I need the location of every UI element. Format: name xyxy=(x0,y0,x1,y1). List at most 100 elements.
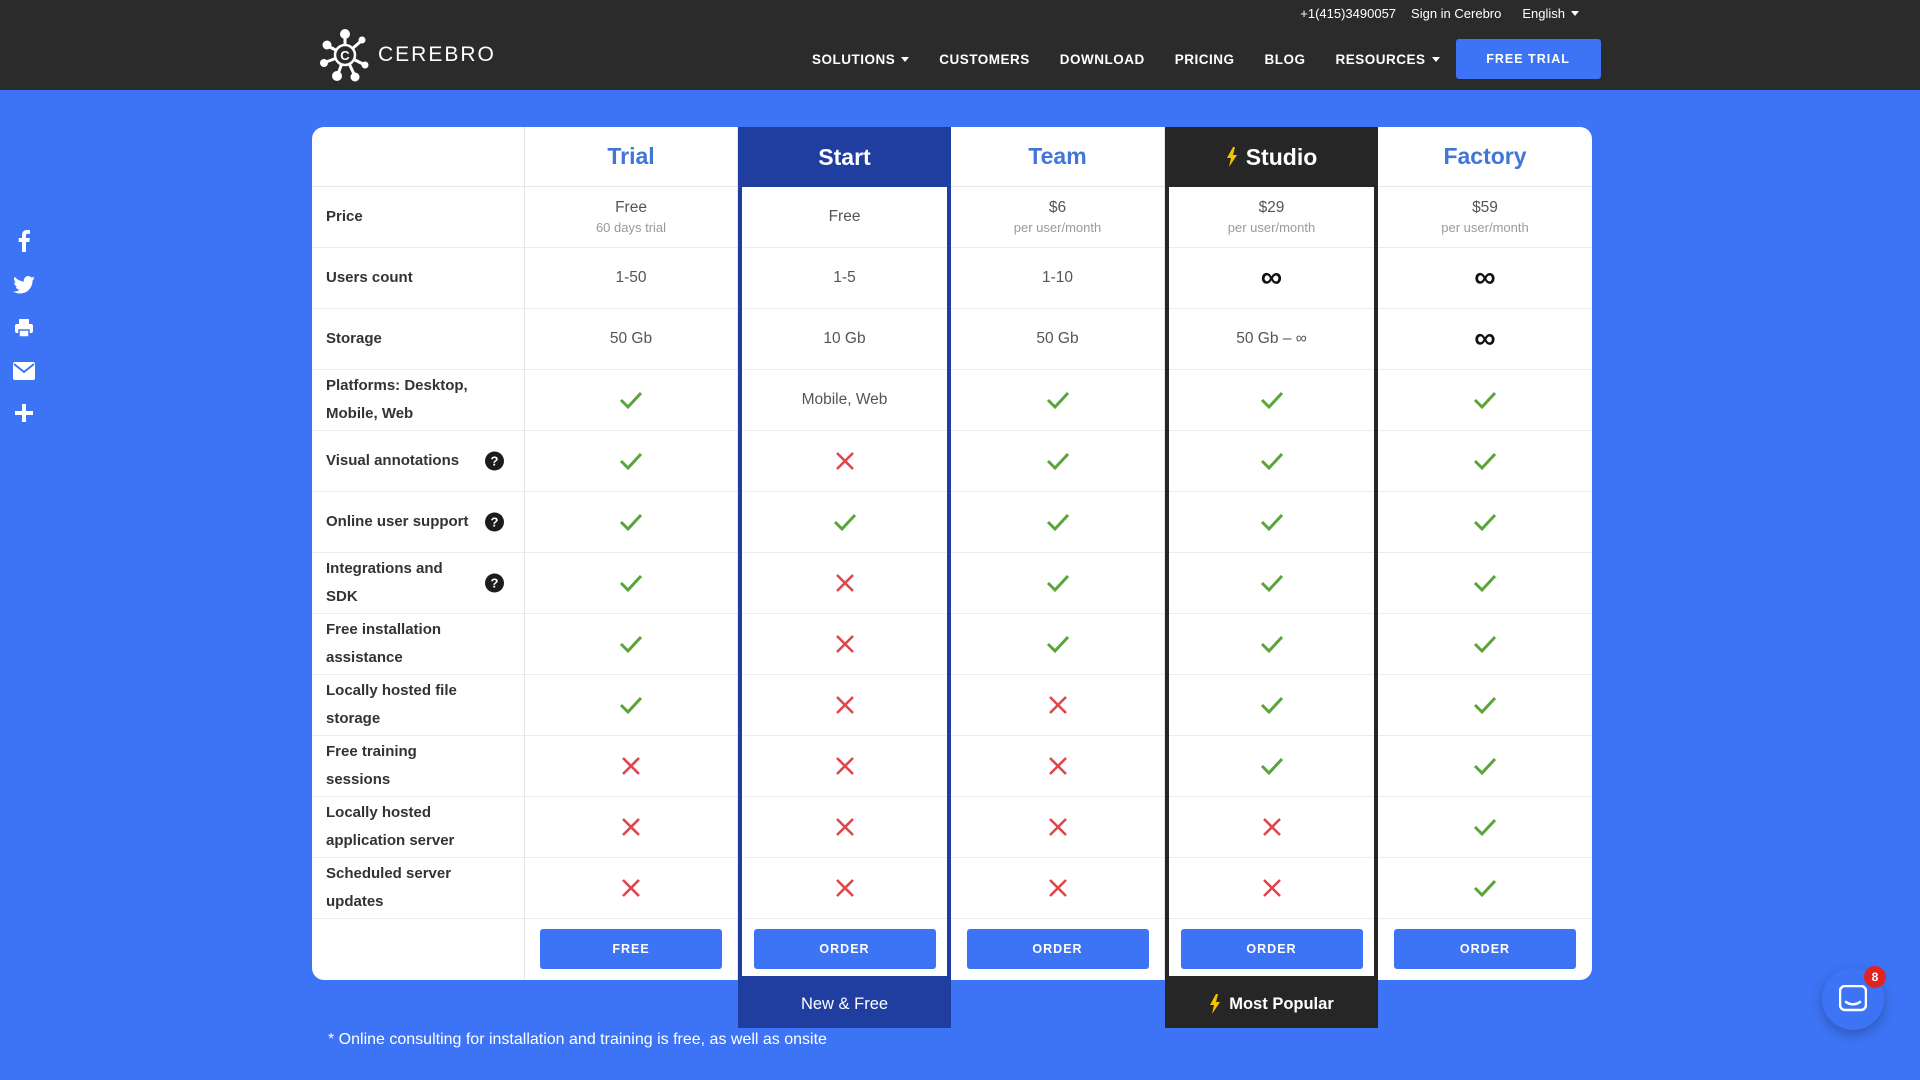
pricing-table: Price Users count Storage Platforms: Deskto… xyxy=(312,127,1592,980)
plan-header: Start xyxy=(738,127,951,187)
cross-icon xyxy=(1048,757,1067,775)
feature-cell xyxy=(1378,431,1592,492)
ribbon-new-free: New & Free xyxy=(738,980,951,1028)
plan-header: Team xyxy=(951,127,1164,187)
feature-cell xyxy=(1378,492,1592,553)
feature-label-text: Free training sessions xyxy=(326,743,417,788)
plan-name: Team xyxy=(1028,143,1087,169)
price-cell: Free xyxy=(742,187,947,248)
nav-resources[interactable]: RESOURCES xyxy=(1336,52,1440,67)
price-cell: $6 per user/month xyxy=(951,187,1164,248)
feature-cell xyxy=(951,431,1164,492)
feature-label-text: Visual annotations xyxy=(326,452,460,469)
help-icon[interactable]: ? xyxy=(485,573,504,593)
email-icon[interactable] xyxy=(13,362,35,380)
lightning-icon xyxy=(1210,994,1221,1014)
feature-label-text: Users count xyxy=(326,269,413,286)
plan-name: Trial xyxy=(607,143,655,169)
feature-cell xyxy=(1169,431,1374,492)
facebook-icon[interactable] xyxy=(17,230,31,252)
check-icon xyxy=(1473,696,1497,715)
language-label: English xyxy=(1522,5,1565,21)
plan-name: Studio xyxy=(1245,143,1318,170)
feature-cell xyxy=(525,797,737,858)
nav-customers[interactable]: CUSTOMERS xyxy=(939,52,1030,67)
check-icon xyxy=(1260,574,1283,593)
feature-cell xyxy=(1169,736,1374,797)
chat-icon xyxy=(1839,985,1867,1012)
site-header: +1(415)3490057 Sign in Cerebro English C… xyxy=(0,0,1920,90)
feature-cell xyxy=(742,431,947,492)
users-count-cell: ∞ xyxy=(1378,248,1592,309)
price-cell: $59 per user/month xyxy=(1378,187,1592,248)
language-selector[interactable]: English xyxy=(1522,6,1579,21)
check-icon xyxy=(1046,513,1069,532)
plan-column-team: Team $6 per user/month 1-10 50 Gb ORDER xyxy=(951,127,1165,980)
feature-label: Free installation assistance xyxy=(312,614,524,675)
feature-cell xyxy=(1378,675,1592,736)
help-icon[interactable]: ? xyxy=(485,451,504,471)
feature-cell xyxy=(1378,614,1592,675)
plan-column-start: Start Free 1-5 10 Gb Mobile, Web ORDER xyxy=(738,127,951,980)
nav-blog[interactable]: BLOG xyxy=(1265,52,1306,67)
nav-download[interactable]: DOWNLOAD xyxy=(1060,52,1145,67)
free-button[interactable]: FREE xyxy=(540,929,722,969)
cerebro-logo-icon: C xyxy=(320,29,369,82)
nav-pricing[interactable]: PRICING xyxy=(1175,52,1235,67)
feature-cell xyxy=(1169,614,1374,675)
feature-cell xyxy=(525,431,737,492)
free-trial-button[interactable]: FREE TRIAL xyxy=(1455,39,1601,79)
sign-in-link[interactable]: Sign in Cerebro xyxy=(1411,6,1501,21)
notification-badge: 8 xyxy=(1864,966,1886,988)
nav-solutions[interactable]: SOLUTIONS xyxy=(812,51,910,67)
feature-label-text: Integrations and SDK xyxy=(326,560,443,605)
order-button[interactable]: ORDER xyxy=(1394,929,1576,969)
price-period: per user/month xyxy=(1441,220,1529,235)
ribbon-start-label: New & Free xyxy=(800,994,889,1013)
nav-solutions-label: SOLUTIONS xyxy=(812,51,896,67)
check-icon xyxy=(619,513,643,532)
check-icon xyxy=(1046,452,1069,471)
check-icon xyxy=(619,635,643,654)
chat-widget-button[interactable]: 8 xyxy=(1822,966,1886,1030)
cross-icon xyxy=(622,757,640,775)
price-cell: $29 per user/month xyxy=(1169,187,1374,248)
storage-cell: 50 Gb xyxy=(951,309,1164,370)
logo-text: CEREBRO xyxy=(378,43,496,66)
feature-cell xyxy=(951,675,1164,736)
nav-resources-label: RESOURCES xyxy=(1335,51,1426,67)
feature-cell xyxy=(951,736,1164,797)
check-icon xyxy=(1473,452,1497,471)
feature-cell xyxy=(1378,858,1592,919)
feature-label-text: Online user support xyxy=(326,513,469,530)
feature-cell xyxy=(1169,492,1374,553)
twitter-icon[interactable] xyxy=(13,276,35,294)
plan-button-cell: ORDER xyxy=(1378,919,1592,979)
plus-icon[interactable] xyxy=(15,404,33,422)
price-value: Free xyxy=(828,208,861,225)
feature-label-text: Scheduled server updates xyxy=(326,865,452,910)
feature-label: Users count xyxy=(312,248,524,309)
feature-cell xyxy=(951,797,1164,858)
feature-cell xyxy=(1169,858,1374,919)
order-button[interactable]: ORDER xyxy=(1180,929,1363,969)
feature-label-text: Platforms: Desktop, Mobile, Web xyxy=(326,377,468,422)
help-icon[interactable]: ? xyxy=(485,512,504,532)
order-button[interactable]: ORDER xyxy=(753,929,936,969)
logo[interactable]: C CEREBRO xyxy=(318,26,496,84)
users-count-cell: ∞ xyxy=(1169,248,1374,309)
plan-name: Start xyxy=(818,143,871,170)
print-icon[interactable] xyxy=(14,318,34,338)
plan-button-cell: ORDER xyxy=(1169,919,1374,979)
order-button[interactable]: ORDER xyxy=(966,929,1149,969)
feature-cell xyxy=(742,675,947,736)
chevron-down-icon xyxy=(1431,56,1440,62)
check-icon xyxy=(1473,513,1497,532)
plan-button-cell: ORDER xyxy=(742,919,947,979)
phone-link[interactable]: +1(415)3490057 xyxy=(1300,6,1396,21)
check-icon xyxy=(1260,513,1283,532)
price-period: per user/month xyxy=(1227,220,1316,235)
cross-icon xyxy=(835,757,854,775)
feature-label: Locally hosted application server xyxy=(312,797,524,858)
feature-label: Free training sessions xyxy=(312,736,524,797)
